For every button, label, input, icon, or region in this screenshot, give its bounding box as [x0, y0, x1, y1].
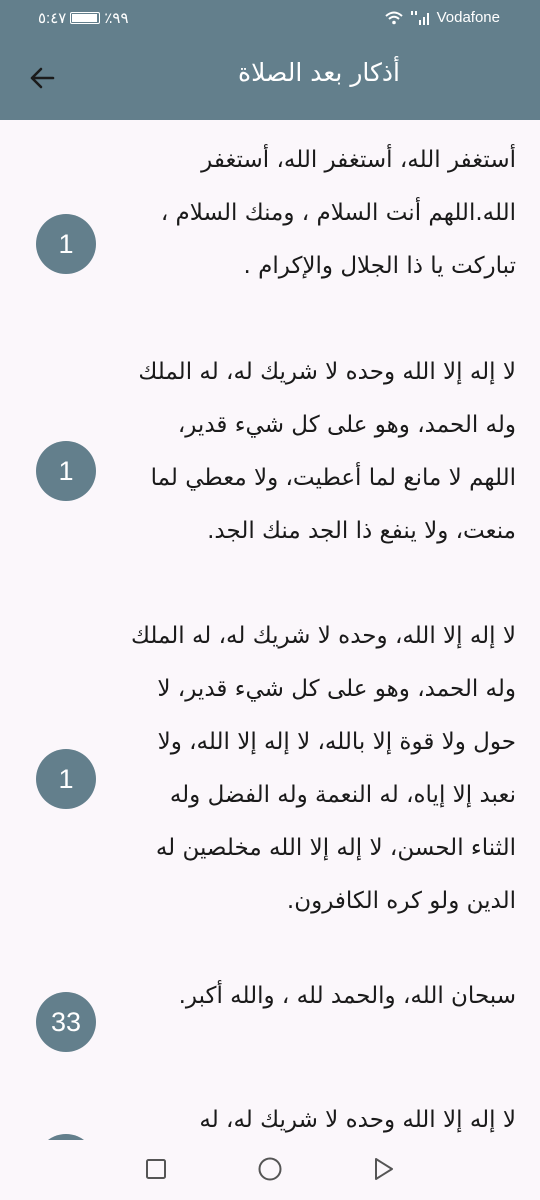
zikr-text: سبحان الله، والحمد لله ، والله أكبر.: [178, 983, 516, 1009]
page-title: أذكار بعد الصلاة: [238, 58, 400, 87]
triangle-back-icon: [375, 1158, 393, 1180]
wifi-icon: [384, 11, 403, 24]
zikr-item[interactable]: لا إله إلا الله وحده لا شريك له، له: [0, 1094, 540, 1140]
battery-icon: [70, 12, 101, 24]
back-button[interactable]: [22, 58, 62, 98]
nav-back-button[interactable]: [370, 1156, 396, 1182]
arrow-left-icon: [30, 67, 55, 89]
carrier-name: Vodafone: [436, 9, 500, 26]
zikr-counter[interactable]: 1: [36, 749, 96, 809]
zikr-item[interactable]: سبحان الله، والحمد لله ، والله أكبر. 33: [0, 970, 540, 1080]
zikr-item[interactable]: لا إله إلا الله، وحده لا شريك له، له الم…: [0, 610, 540, 980]
zikr-text: لا إله إلا الله، وحده لا شريك له، له الم…: [130, 623, 516, 914]
zikr-text: أستغفر الله، أستغفر الله، أستغفر الله.ال…: [160, 147, 516, 279]
recents-button[interactable]: [143, 1156, 169, 1182]
signal-icon: [410, 10, 429, 25]
home-button[interactable]: [257, 1156, 283, 1182]
azkar-list[interactable]: أستغفر الله، أستغفر الله، أستغفر الله.ال…: [0, 120, 540, 1140]
status-right: Vodafone: [384, 9, 500, 26]
circle-icon: [258, 1157, 282, 1181]
app-bar: أذكار بعد الصلاة: [0, 36, 540, 120]
zikr-item[interactable]: لا إله إلا الله وحده لا شريك له، له المل…: [0, 346, 540, 616]
zikr-text: لا إله إلا الله وحده لا شريك له، له المل…: [138, 359, 516, 544]
zikr-counter[interactable]: 1: [36, 214, 96, 274]
zikr-item[interactable]: أستغفر الله، أستغفر الله، أستغفر الله.ال…: [0, 134, 540, 334]
zikr-counter[interactable]: 33: [36, 992, 96, 1052]
status-bar: ٥:٤٧ ٪٩٩ Vodafone: [0, 0, 540, 36]
zikr-counter[interactable]: 1: [36, 441, 96, 501]
status-left: ٥:٤٧ ٪٩٩: [38, 9, 129, 27]
battery-percent: ٪٩٩: [104, 10, 129, 27]
square-icon: [146, 1159, 166, 1179]
zikr-text: لا إله إلا الله وحده لا شريك له، له: [199, 1107, 516, 1133]
system-nav-bar: [0, 1140, 540, 1200]
clock: ٥:٤٧: [38, 10, 67, 27]
